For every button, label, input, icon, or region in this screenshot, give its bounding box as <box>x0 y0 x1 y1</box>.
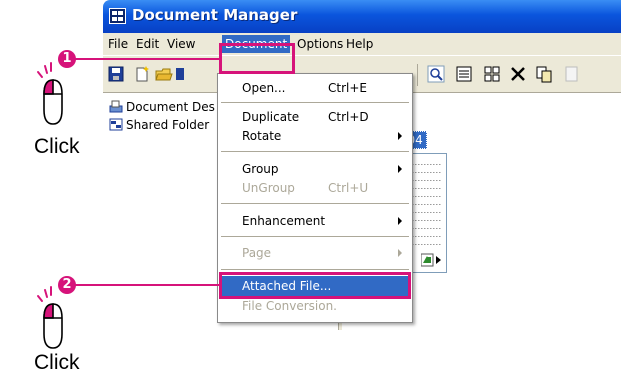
menu-item-group[interactable]: Group <box>220 159 410 179</box>
submenu-arrow-icon <box>398 217 402 225</box>
menu-item-file-conversion[interactable]: File Conversion. <box>220 296 410 316</box>
menu-item-page[interactable]: Page <box>220 243 410 263</box>
submenu-arrow-icon <box>398 165 402 173</box>
toolbar-divider <box>417 64 418 86</box>
shared-folder-icon <box>109 118 123 131</box>
menu-item-label: Group <box>242 162 279 176</box>
menu-separator <box>221 102 409 103</box>
toolbar-partial-icon[interactable] <box>176 65 184 83</box>
menu-item-label: Page <box>242 246 272 260</box>
submenu-arrow-icon <box>398 132 402 140</box>
step2-leader-line <box>74 284 219 286</box>
new-document-icon[interactable] <box>133 65 151 83</box>
menu-view[interactable]: View <box>167 36 195 52</box>
thumbnail-view-icon[interactable] <box>483 65 501 83</box>
step2-highlight-box <box>219 272 411 299</box>
zoom-icon[interactable] <box>427 65 445 83</box>
attached-file-icon <box>421 253 441 267</box>
menu-separator <box>221 203 409 204</box>
menu-separator <box>221 269 409 270</box>
open-folder-icon[interactable] <box>155 65 173 83</box>
save-icon[interactable] <box>107 65 125 83</box>
menu-bar: File Edit View Document Options Help <box>103 33 621 55</box>
menu-item-rotate[interactable]: Rotate <box>220 126 410 146</box>
step2-click-label: Click <box>34 351 80 374</box>
mouse-left-click-icon <box>37 286 63 349</box>
menu-item-shortcut: Ctrl+D <box>328 110 369 124</box>
delete-icon[interactable] <box>509 65 527 83</box>
app-icon <box>109 8 126 24</box>
menu-item-label: UnGroup <box>242 181 295 195</box>
copy-icon[interactable] <box>535 65 553 83</box>
tree-item-label: Shared Folder <box>126 118 210 132</box>
menu-item-label: Enhancement <box>242 214 326 228</box>
menu-edit[interactable]: Edit <box>136 36 159 52</box>
step1-click-label: Click <box>34 135 80 158</box>
menu-options[interactable]: Options <box>297 36 343 52</box>
menu-item-label: Rotate <box>242 129 282 143</box>
menu-item-label: Duplicate <box>242 110 300 124</box>
disabled-tool-icon[interactable] <box>563 65 581 83</box>
tree-item-document-desk[interactable]: Document Des <box>109 99 215 115</box>
mouse-left-click-icon <box>37 62 63 125</box>
tree-item-label: Document Des <box>126 100 215 114</box>
title-bar[interactable]: Document Manager <box>103 0 621 33</box>
menu-item-label: File Conversion. <box>242 299 337 313</box>
menu-separator <box>221 236 409 237</box>
menu-item-ungroup[interactable]: UnGroup Ctrl+U <box>220 178 410 198</box>
menu-item-duplicate[interactable]: Duplicate Ctrl+D <box>220 107 410 127</box>
step1-leader-line <box>74 58 219 60</box>
menu-item-label: Open... <box>242 81 286 95</box>
menu-item-open[interactable]: Open... Ctrl+E <box>220 78 410 98</box>
menu-file[interactable]: File <box>108 36 128 52</box>
document-desk-icon <box>109 100 123 113</box>
window-title: Document Manager <box>132 6 298 24</box>
menu-item-shortcut: Ctrl+E <box>328 81 367 95</box>
submenu-arrow-icon <box>398 249 402 257</box>
menu-item-enhancement[interactable]: Enhancement <box>220 211 410 231</box>
details-view-icon[interactable] <box>455 65 473 83</box>
menu-separator <box>221 151 409 152</box>
tree-item-shared-folder[interactable]: Shared Folder <box>109 117 209 133</box>
menu-help[interactable]: Help <box>346 36 373 52</box>
menu-item-shortcut: Ctrl+U <box>328 181 369 195</box>
step1-highlight-box <box>219 43 295 74</box>
